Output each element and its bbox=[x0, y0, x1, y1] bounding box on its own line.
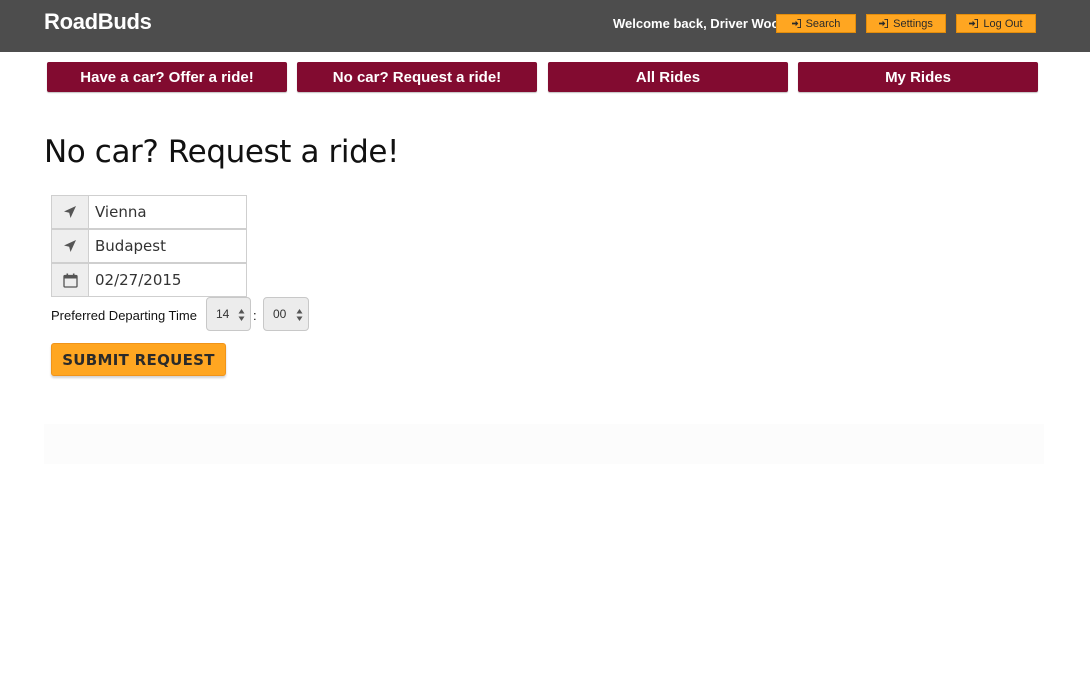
page-title: No car? Request a ride! bbox=[44, 134, 400, 170]
welcome-message: Welcome back, Driver Woo! bbox=[613, 16, 784, 31]
minute-select[interactable]: 00 bbox=[263, 297, 309, 331]
nav-request-ride[interactable]: No car? Request a ride! bbox=[297, 62, 537, 92]
logout-button[interactable]: Log Out bbox=[956, 14, 1036, 33]
origin-input[interactable] bbox=[89, 196, 246, 228]
hour-select[interactable]: 14 bbox=[206, 297, 251, 331]
brand-logo[interactable]: RoadBuds bbox=[44, 9, 152, 35]
hour-value: 14 bbox=[216, 307, 230, 321]
origin-field bbox=[51, 195, 247, 229]
top-header: RoadBuds Welcome back, Driver Woo! Searc… bbox=[0, 0, 1090, 52]
select-arrows-icon bbox=[296, 308, 303, 322]
location-arrow-icon bbox=[52, 196, 89, 228]
logout-button-label: Log Out bbox=[983, 17, 1023, 30]
calendar-icon bbox=[52, 264, 89, 296]
sign-in-icon bbox=[879, 19, 889, 28]
footer-area bbox=[44, 424, 1044, 464]
settings-button[interactable]: Settings bbox=[866, 14, 946, 33]
search-button-label: Search bbox=[805, 17, 841, 30]
departing-time-label: Preferred Departing Time bbox=[51, 308, 197, 323]
date-field bbox=[51, 263, 247, 297]
settings-button-label: Settings bbox=[893, 17, 933, 30]
location-arrow-icon bbox=[52, 230, 89, 262]
search-button[interactable]: Search bbox=[776, 14, 856, 33]
time-separator: : bbox=[253, 308, 257, 323]
sign-in-icon bbox=[969, 19, 979, 28]
sign-in-icon bbox=[791, 19, 801, 28]
nav-my-rides[interactable]: My Rides bbox=[798, 62, 1038, 92]
destination-input[interactable] bbox=[89, 230, 246, 262]
nav-offer-ride[interactable]: Have a car? Offer a ride! bbox=[47, 62, 287, 92]
nav-all-rides[interactable]: All Rides bbox=[548, 62, 788, 92]
submit-request-button[interactable]: SUBMIT REQUEST bbox=[51, 343, 226, 376]
minute-value: 00 bbox=[273, 307, 287, 321]
destination-field bbox=[51, 229, 247, 263]
date-input[interactable] bbox=[89, 264, 246, 296]
select-arrows-icon bbox=[238, 308, 245, 322]
